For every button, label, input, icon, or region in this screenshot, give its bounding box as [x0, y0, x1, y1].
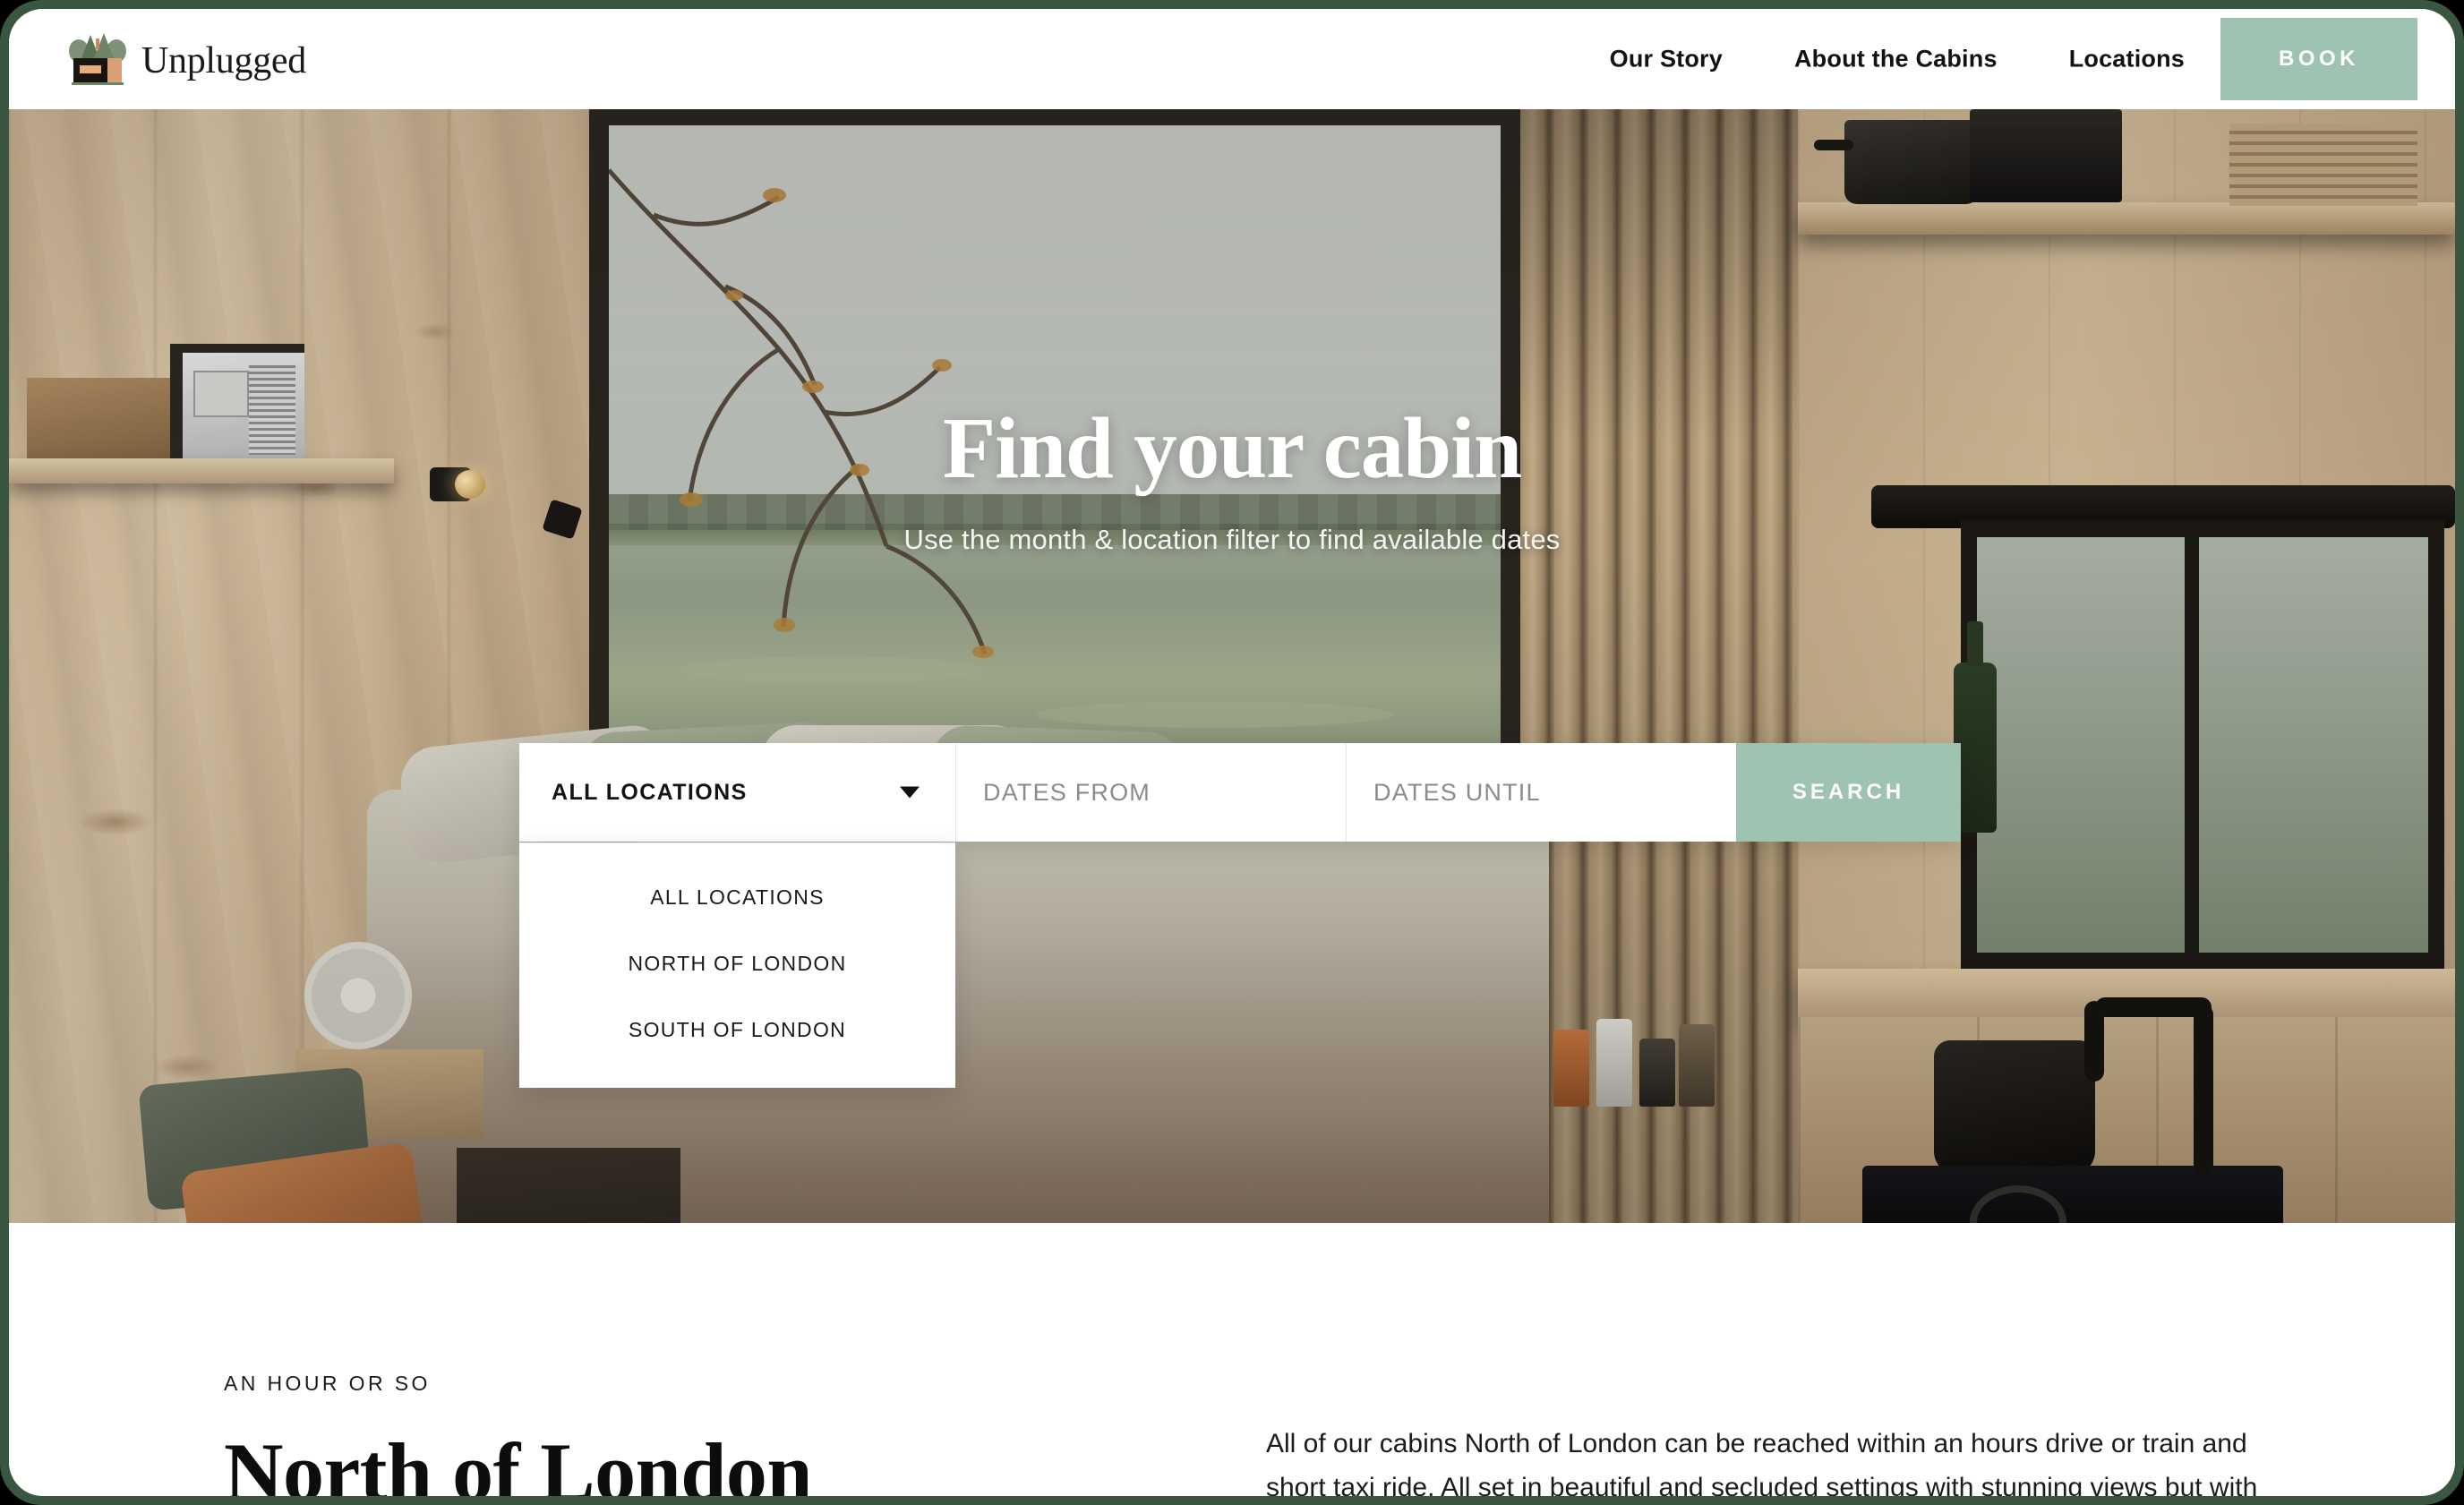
nav-item-locations[interactable]: Locations	[2033, 46, 2220, 73]
location-select[interactable]: ALL LOCATIONS	[519, 743, 955, 842]
hero-background-image	[9, 109, 2455, 1223]
date-from-input[interactable]	[983, 778, 1346, 807]
hero-overlay	[9, 109, 2455, 1223]
hero-subtitle: Use the month & location filter to find …	[903, 524, 1561, 555]
search-button[interactable]: SEARCH	[1736, 743, 1961, 842]
date-until-input[interactable]	[1373, 778, 1736, 807]
cabin-trees-logo-icon	[69, 33, 126, 85]
site-header: Unplugged Our Story About the Cabins Loc…	[9, 9, 2455, 109]
section-eyebrow: AN HOUR OR SO	[224, 1372, 431, 1395]
section-title: North of London	[224, 1426, 813, 1496]
nav-item-our-story[interactable]: Our Story	[1574, 46, 1758, 73]
hero-section: Find your cabin Use the month & location…	[9, 109, 2455, 1223]
location-dropdown-panel: ALL LOCATIONS NORTH OF LONDON SOUTH OF L…	[519, 842, 955, 1088]
brand-logo[interactable]: Unplugged	[64, 31, 306, 87]
hero-copy: Find your cabin Use the month & location…	[9, 405, 2455, 556]
dropdown-option-north-of-london[interactable]: NORTH OF LONDON	[519, 952, 955, 976]
dropdown-option-all-locations[interactable]: ALL LOCATIONS	[519, 885, 955, 910]
section-heading-group: AN HOUR OR SO North of London	[224, 1372, 1245, 1496]
browser-frame: Unplugged Our Story About the Cabins Loc…	[0, 0, 2464, 1505]
book-button[interactable]: BOOK	[2220, 18, 2417, 100]
brand-name: Unplugged	[141, 40, 306, 81]
location-select-value: ALL LOCATIONS	[552, 779, 748, 805]
search-bar: ALL LOCATIONS SEARCH	[519, 743, 1961, 842]
page-viewport: Unplugged Our Story About the Cabins Loc…	[9, 9, 2455, 1496]
dropdown-option-south-of-london[interactable]: SOUTH OF LONDON	[519, 1018, 955, 1042]
chevron-down-icon	[900, 786, 920, 799]
date-from-field[interactable]	[955, 743, 1346, 842]
section-body-text: All of our cabins North of London can be…	[1266, 1429, 2258, 1496]
hero-title: Find your cabin	[942, 400, 1522, 496]
nav-item-about-the-cabins[interactable]: About the Cabins	[1758, 46, 2033, 73]
date-until-field[interactable]	[1346, 743, 1736, 842]
primary-nav: Our Story About the Cabins Locations	[1574, 46, 2220, 73]
